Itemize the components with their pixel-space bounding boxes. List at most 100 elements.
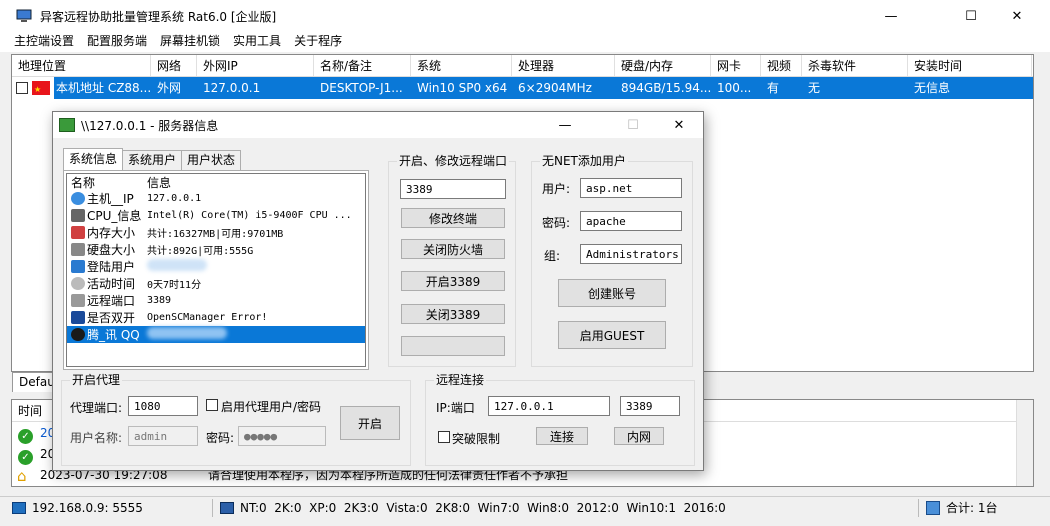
username-input[interactable]: asp.net (580, 178, 682, 198)
cell-cpu: 6×2904MHz (518, 81, 592, 95)
info-col-name: 名称 (71, 176, 96, 190)
system-info-list[interactable]: 名称 信息 主机__IP 127.0.0.1 CPU_信息 Intel(R) C… (66, 173, 366, 367)
cell-install-time: 无信息 (914, 81, 951, 95)
dialog-close-button[interactable]: ✕ (657, 112, 701, 138)
status-bar: 192.168.0.9: 5555 NT:0 2K:0 XP:0 2K3:0 V… (0, 496, 1050, 518)
info-value: 3389 (147, 295, 172, 306)
info-key: 腾_讯 QQ (87, 328, 140, 342)
menu-bar: 主控端设置 配置服务端 屏幕挂机锁 实用工具 关于程序 (0, 32, 1050, 52)
proxy-group-label: 开启代理 (70, 373, 123, 387)
col-disk-mem[interactable]: 硬盘/内存 (615, 55, 711, 76)
cell-disk-mem: 894GB/15.94... (621, 81, 711, 95)
list-item[interactable]: 活动时间 0天7时11分 (67, 275, 365, 292)
col-location[interactable]: 地理位置 (12, 55, 151, 76)
right-scrollbar[interactable] (1034, 52, 1050, 432)
info-key: 主机__IP (87, 192, 134, 206)
col-name[interactable]: 名称/备注 (314, 55, 411, 76)
col-wan-ip[interactable]: 外网IP (197, 55, 314, 76)
list-item[interactable]: 内存大小 共计:16327MB|可用:9701MB (67, 224, 365, 241)
proxy-auth-checkbox[interactable] (206, 399, 218, 411)
connect-button[interactable]: 连接 (536, 427, 588, 445)
grid-header: 地理位置 网络 外网IP 名称/备注 系统 处理器 硬盘/内存 网卡 视频 杀毒… (12, 55, 1033, 77)
list-item[interactable]: 远程端口 3389 (67, 292, 365, 309)
cell-video: 有 (767, 81, 780, 95)
info-value: 共计:16327MB|可用:9701MB (147, 229, 284, 240)
disable-firewall-button[interactable]: 关闭防火墙 (401, 239, 505, 259)
col-network[interactable]: 网络 (151, 55, 197, 76)
list-item[interactable]: 主机__IP 127.0.0.1 (67, 190, 365, 207)
col-install-time[interactable]: 安装时间 (908, 55, 1032, 76)
group-input[interactable]: Administrators (580, 244, 682, 264)
list-item[interactable]: 硬盘大小 共计:892G|可用:555G (67, 241, 365, 258)
info-value: 127.0.0.1 (147, 193, 202, 204)
menu-console-settings[interactable]: 主控端设置 (0, 32, 81, 52)
menu-screen-lock[interactable]: 屏幕挂机锁 (154, 32, 227, 52)
cell-system: Win10 SP0 x64 (417, 81, 508, 95)
menu-about[interactable]: 关于程序 (288, 32, 349, 52)
start-proxy-button[interactable]: 开启 (340, 406, 400, 440)
dialog-minimize-button[interactable]: — (543, 112, 587, 138)
remote-port-field[interactable]: 3389 (620, 396, 680, 416)
list-item[interactable]: 腾_讯 QQ (67, 326, 365, 343)
tab-user-status[interactable]: 用户状态 (181, 150, 242, 170)
modify-terminal-button[interactable]: 修改终端 (401, 208, 505, 228)
port-group-label: 开启、修改远程端口 (397, 154, 510, 168)
remote-port-input[interactable]: 3389 (400, 179, 506, 199)
col-video[interactable]: 视频 (761, 55, 802, 76)
breakthrough-checkbox[interactable] (438, 431, 450, 443)
computer-icon (220, 501, 234, 514)
list-item[interactable]: CPU_信息 Intel(R) Core(TM) i5-9400F CPU ..… (67, 207, 365, 224)
row-checkbox[interactable] (16, 82, 28, 94)
disable-3389-button[interactable]: 关闭3389 (401, 304, 505, 324)
cell-location-text: 本机地址 CZ88... (54, 77, 151, 99)
tab-system-users[interactable]: 系统用户 (122, 150, 183, 170)
disk-icon (71, 243, 85, 256)
network-computers-icon (59, 118, 75, 132)
table-row[interactable]: 本机地址 CZ88... 外网 127.0.0.1 DESKTOP-J1... … (12, 77, 1033, 99)
proxy-auth-label: 启用代理用户/密码 (221, 400, 322, 414)
info-value: 共计:892G|可用:555G (147, 246, 254, 257)
dialog-maximize-button: ☐ (627, 117, 639, 133)
tab-system-info[interactable]: 系统信息 (63, 148, 124, 170)
proxy-pass-label: 密码: (206, 431, 235, 445)
info-key: 硬盘大小 (87, 243, 136, 257)
create-account-button[interactable]: 创建账号 (558, 279, 666, 307)
proxy-pass-input[interactable]: ●●●●● (238, 426, 326, 446)
log-scrollbar[interactable] (1016, 400, 1033, 486)
cell-location: 本机地址 CZ88... (12, 77, 151, 99)
proxy-port-input[interactable]: 1080 (128, 396, 198, 416)
log-col-time[interactable]: 时间 (12, 400, 42, 421)
remote-ip-input[interactable]: 127.0.0.1 (488, 396, 610, 416)
col-system[interactable]: 系统 (411, 55, 512, 76)
network-icon (12, 501, 26, 514)
intranet-button[interactable]: 内网 (614, 427, 664, 445)
remote-connect-group: 远程连接 IP:端口 127.0.0.1 3389 突破限制 连接 内网 (425, 373, 695, 466)
proxy-user-label: 用户名称: (70, 431, 123, 445)
memory-icon (71, 226, 85, 239)
col-cpu[interactable]: 处理器 (512, 55, 615, 76)
minimize-button[interactable]: — (868, 0, 914, 32)
port-group: 开启、修改远程端口 3389 修改终端 关闭防火墙 开启3389 关闭3389 (388, 154, 516, 367)
add-user-group: 无NET添加用户 用户: asp.net 密码: apache 组: Admin… (531, 154, 693, 367)
check-icon: ✓ (18, 449, 33, 465)
user-icon (71, 260, 85, 273)
home-icon: ⌂ (17, 466, 27, 485)
proxy-user-input[interactable]: admin (128, 426, 198, 446)
cell-name: DESKTOP-J1... (320, 81, 403, 95)
monitor-icon (71, 311, 85, 324)
password-input[interactable]: apache (580, 211, 682, 231)
list-item[interactable]: 是否双开 OpenSCManager Error! (67, 309, 365, 326)
enable-guest-button[interactable]: 启用GUEST (558, 321, 666, 349)
col-nic[interactable]: 网卡 (711, 55, 761, 76)
info-value: Intel(R) Core(TM) i5-9400F CPU ... (147, 210, 352, 221)
status-os-text: NT:0 2K:0 XP:0 2K3:0 Vista:0 2K8:0 Win7:… (240, 500, 726, 515)
menu-tools[interactable]: 实用工具 (227, 32, 288, 52)
blank-button[interactable] (401, 336, 505, 356)
username-label: 用户: (542, 182, 571, 196)
close-button[interactable]: ✕ (994, 0, 1040, 32)
col-antivirus[interactable]: 杀毒软件 (802, 55, 908, 76)
enable-3389-button[interactable]: 开启3389 (401, 271, 505, 291)
menu-configure-server[interactable]: 配置服务端 (81, 32, 154, 52)
list-item[interactable]: 登陆用户 (67, 258, 365, 275)
maximize-button[interactable]: ☐ (948, 0, 994, 32)
